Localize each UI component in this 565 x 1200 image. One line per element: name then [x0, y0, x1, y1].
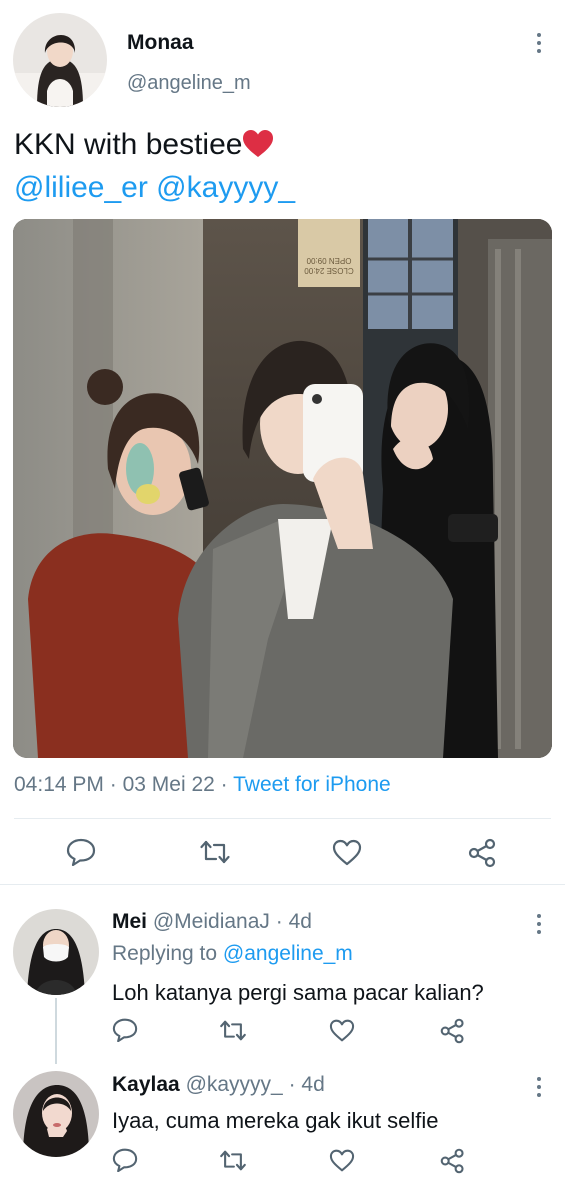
tweet-time[interactable]: 04:14 PM [14, 773, 104, 796]
thread-line [55, 998, 57, 1064]
reply-avatar[interactable] [13, 909, 99, 995]
share-icon[interactable] [440, 1018, 466, 1044]
divider [0, 884, 565, 885]
retweet-icon[interactable] [219, 1149, 247, 1172]
tweet-date[interactable]: 03 Mei 22 [123, 773, 215, 796]
tweet-text-line: KKN with bestiee [14, 128, 274, 166]
reply-author-handle[interactable]: @MeidianaJ [153, 910, 270, 933]
meta-separator: · [109, 773, 117, 796]
reply-text: Loh katanya pergi sama pacar kalian? [112, 980, 484, 1005]
replying-to: Replying to @angeline_m [112, 942, 353, 966]
comment-icon[interactable] [112, 1018, 138, 1042]
tweet-source[interactable]: Tweet for iPhone [233, 773, 391, 796]
heart-icon[interactable] [329, 1019, 355, 1042]
comment-icon[interactable] [66, 838, 96, 866]
reply-author-name[interactable]: Mei [112, 910, 147, 933]
author-handle[interactable]: @angeline_m [127, 72, 251, 95]
meta-separator: · [220, 773, 228, 796]
replying-to-prefix: Replying to [112, 942, 218, 965]
photo-sign-line-2: CLOSE 24:00 [304, 266, 354, 275]
tweet-mentions[interactable]: @liliee_er @kayyyy_ [14, 171, 295, 205]
reply-header: Mei @MeidianaJ · 4d [112, 910, 312, 934]
author-avatar[interactable] [13, 13, 107, 107]
reply-avatar[interactable] [13, 1071, 99, 1157]
heart-icon[interactable] [329, 1149, 355, 1172]
tweet-meta: 04:14 PM · 03 Mei 22 · Tweet for iPhone [14, 773, 391, 797]
comment-icon[interactable] [112, 1148, 138, 1172]
reply-text: Iyaa, cuma mereka gak ikut selfie [112, 1108, 439, 1133]
share-icon[interactable] [468, 838, 498, 868]
tweet-photo[interactable]: OPEN 09:00 CLOSE 24:00 [13, 219, 552, 758]
more-vertical-icon[interactable] [536, 914, 542, 934]
author-name[interactable]: Monaa [127, 31, 194, 55]
heart-icon[interactable] [332, 839, 362, 866]
share-icon[interactable] [440, 1148, 466, 1174]
retweet-icon[interactable] [199, 839, 231, 865]
reply-age[interactable]: · 4d [289, 1073, 325, 1096]
more-vertical-icon[interactable] [536, 1077, 542, 1097]
more-vertical-icon[interactable] [536, 33, 542, 53]
replying-to-handle[interactable]: @angeline_m [223, 942, 353, 965]
tweet-text: KKN with bestiee [14, 128, 243, 161]
photo-sign-line-1: OPEN 09:00 [306, 256, 351, 265]
reply-header: Kaylaa @kayyyy_ · 4d [112, 1073, 325, 1097]
reply-author-handle[interactable]: @kayyyy_ [186, 1073, 283, 1096]
divider [14, 818, 551, 819]
heart-emoji [243, 130, 274, 166]
reply-age[interactable]: · 4d [276, 910, 312, 933]
reply-author-name[interactable]: Kaylaa [112, 1073, 180, 1096]
retweet-icon[interactable] [219, 1019, 247, 1042]
